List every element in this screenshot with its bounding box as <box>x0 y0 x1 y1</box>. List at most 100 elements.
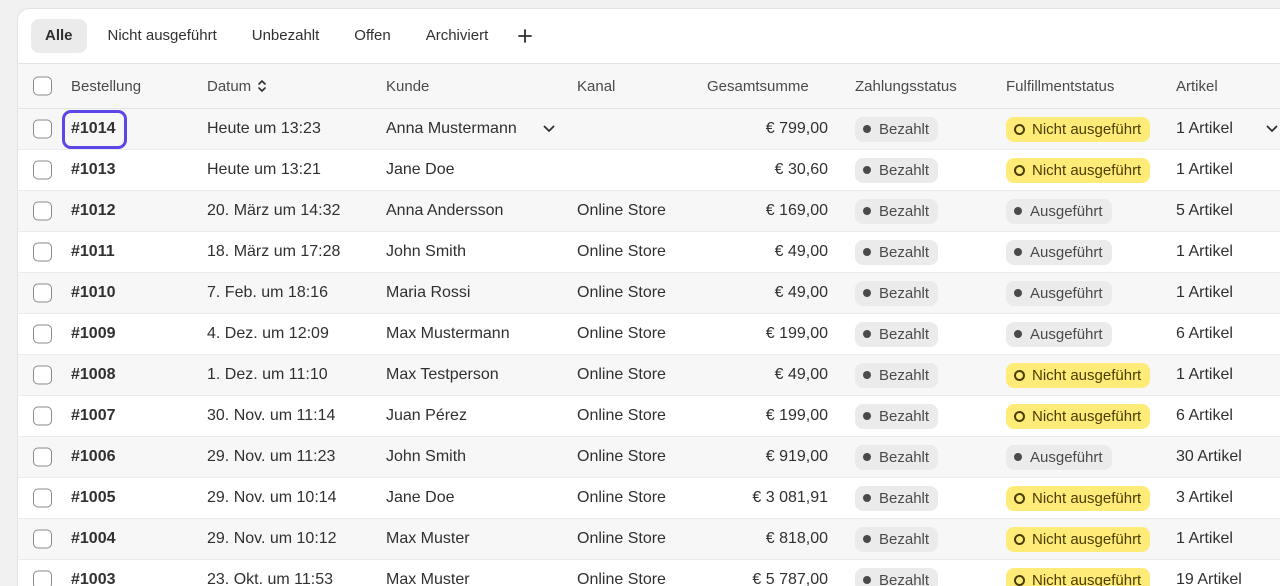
row-checkbox[interactable] <box>33 365 52 385</box>
fulfillment-status-cell: Ausgeführt <box>1006 191 1112 231</box>
table-row[interactable]: #1003 23. Okt. um 11:53 Max Muster Online S… <box>18 560 1280 586</box>
column-header-order[interactable]: Bestellung <box>71 64 141 108</box>
order-number-link[interactable]: #1005 <box>71 478 116 518</box>
order-total: € 169,00 <box>765 202 828 219</box>
order-number-link[interactable]: #1012 <box>71 191 116 231</box>
item-count: 19 Artikel <box>1176 571 1242 586</box>
table-header: Bestellung Datum Kunde Kanal Gesamtsumme… <box>18 63 1280 109</box>
order-number-link[interactable]: #1008 <box>71 355 116 395</box>
status-dot-icon <box>863 248 871 256</box>
column-header-date[interactable]: Datum <box>207 64 267 108</box>
fulfillment-status-cell: Nicht ausgeführt <box>1006 478 1151 518</box>
customer-name[interactable]: Jane Doe <box>386 150 455 190</box>
item-count: 1 Artikel <box>1176 284 1233 301</box>
fulfillment-status-cell: Ausgeführt <box>1006 314 1112 354</box>
row-checkbox[interactable] <box>33 119 52 139</box>
column-header-items[interactable]: Artikel <box>1176 64 1218 108</box>
customer-name[interactable]: Jane Doe <box>386 478 455 518</box>
table-row[interactable]: #1007 30. Nov. um 11:14 Juan Pérez Online S… <box>18 396 1280 437</box>
table-row[interactable]: #1013 Heute um 13:21 Jane Doe € 30,60 Bezahl… <box>18 150 1280 191</box>
order-number-link[interactable]: #1010 <box>71 273 116 313</box>
order-number-link[interactable]: #1009 <box>71 314 116 354</box>
fulfillment-status-badge: Ausgeführt <box>1006 280 1112 306</box>
order-number-link[interactable]: #1004 <box>71 519 116 559</box>
order-number-link[interactable]: #1014 <box>71 109 116 149</box>
row-checkbox[interactable] <box>33 324 52 344</box>
payment-status-badge: Bezahlt <box>855 526 939 552</box>
row-checkbox[interactable] <box>33 242 52 262</box>
customer-name[interactable]: Maria Rossi <box>386 273 470 313</box>
payment-status-label: Bezahlt <box>879 325 930 343</box>
status-dot-icon <box>863 166 871 174</box>
row-checkbox[interactable] <box>33 570 52 586</box>
fulfillment-status-label: Nicht ausgeführt <box>1032 120 1142 138</box>
customer-name[interactable]: Max Muster <box>386 560 470 586</box>
status-dot-icon <box>1014 330 1022 338</box>
payment-status-label: Bezahlt <box>879 530 930 548</box>
row-checkbox[interactable] <box>33 488 52 508</box>
order-number-link[interactable]: #1006 <box>71 437 116 477</box>
customer-name[interactable]: Max Mustermann <box>386 314 510 354</box>
table-row[interactable]: #1009 4. Dez. um 12:09 Max Mustermann Onlin… <box>18 314 1280 355</box>
column-header-payment-status[interactable]: Zahlungsstatus <box>855 64 957 108</box>
table-row[interactable]: #1004 29. Nov. um 10:12 Max Muster Online S… <box>18 519 1280 560</box>
customer-name[interactable]: John Smith <box>386 232 466 272</box>
payment-status-label: Bezahlt <box>879 366 930 384</box>
payment-status-label: Bezahlt <box>879 243 930 261</box>
customer-name[interactable]: Max Muster <box>386 519 470 559</box>
table-row[interactable]: #1010 7. Feb. um 18:16 Maria Rossi Online S… <box>18 273 1280 314</box>
filter-tabs: Alle Nicht ausgeführt Unbezahlt Offen Archiv… <box>18 9 1280 63</box>
customer-name[interactable]: Max Testperson <box>386 355 499 395</box>
order-total: € 799,00 <box>765 120 828 137</box>
items-chevron-down-icon[interactable] <box>1266 109 1278 149</box>
order-total: € 818,00 <box>765 530 828 547</box>
row-checkbox[interactable] <box>33 201 52 221</box>
order-total: € 199,00 <box>765 325 828 342</box>
table-row[interactable]: #1008 1. Dez. um 11:10 Max Testperson Onlin… <box>18 355 1280 396</box>
tab-4[interactable]: Archiviert <box>412 19 503 53</box>
order-number-link[interactable]: #1003 <box>71 560 116 586</box>
customer-chevron-down-icon[interactable] <box>543 109 555 149</box>
customer-name[interactable]: Anna Mustermann <box>386 109 517 149</box>
customer-name[interactable]: Anna Andersson <box>386 191 503 231</box>
fulfillment-status-badge: Nicht ausgeführt <box>1006 526 1151 552</box>
sales-channel: Online Store <box>577 366 666 383</box>
tab-2[interactable]: Unbezahlt <box>238 19 334 53</box>
fulfillment-status-cell: Ausgeführt <box>1006 273 1112 313</box>
table-row[interactable]: #1011 18. März um 17:28 John Smith Online S… <box>18 232 1280 273</box>
table-row[interactable]: #1012 20. März um 14:32 Anna Andersson Onli… <box>18 191 1280 232</box>
tab-0[interactable]: Alle <box>31 19 87 53</box>
column-header-fulfillment-status[interactable]: Fulfillmentstatus <box>1006 64 1114 108</box>
column-header-channel[interactable]: Kanal <box>577 64 615 108</box>
row-checkbox[interactable] <box>33 447 52 467</box>
sort-icon[interactable] <box>257 78 267 94</box>
order-number-link[interactable]: #1007 <box>71 396 116 436</box>
order-number-link[interactable]: #1011 <box>71 232 115 272</box>
order-date: 1. Dez. um 11:10 <box>207 366 328 383</box>
row-checkbox[interactable] <box>33 406 52 426</box>
table-row[interactable]: #1006 29. Nov. um 11:23 John Smith Online S… <box>18 437 1280 478</box>
column-header-total[interactable]: Gesamtsumme <box>707 64 809 108</box>
tab-3[interactable]: Offen <box>340 19 404 53</box>
fulfillment-status-label: Ausgeführt <box>1030 243 1103 261</box>
order-number-link[interactable]: #1013 <box>71 150 116 190</box>
column-header-customer[interactable]: Kunde <box>386 64 429 108</box>
row-checkbox[interactable] <box>33 160 52 180</box>
order-date: 18. März um 17:28 <box>207 243 341 260</box>
payment-status-cell: Bezahlt <box>855 232 939 272</box>
table-row[interactable]: #1014 Heute um 13:23 Anna Mustermann € 799,… <box>18 109 1280 150</box>
payment-status-badge: Bezahlt <box>855 239 939 265</box>
status-ring-icon <box>1014 369 1025 381</box>
add-view-button[interactable] <box>511 22 539 50</box>
fulfillment-status-cell: Nicht ausgeführt <box>1006 109 1151 149</box>
payment-status-badge: Bezahlt <box>855 116 939 142</box>
status-dot-icon <box>863 576 871 584</box>
table-row[interactable]: #1005 29. Nov. um 10:14 Jane Doe Online Sto… <box>18 478 1280 519</box>
select-all-checkbox[interactable] <box>33 76 52 96</box>
customer-name[interactable]: John Smith <box>386 437 466 477</box>
tab-1[interactable]: Nicht ausgeführt <box>94 19 231 53</box>
row-checkbox[interactable] <box>33 529 52 549</box>
fulfillment-status-cell: Nicht ausgeführt <box>1006 560 1151 586</box>
customer-name[interactable]: Juan Pérez <box>386 396 467 436</box>
row-checkbox[interactable] <box>33 283 52 303</box>
